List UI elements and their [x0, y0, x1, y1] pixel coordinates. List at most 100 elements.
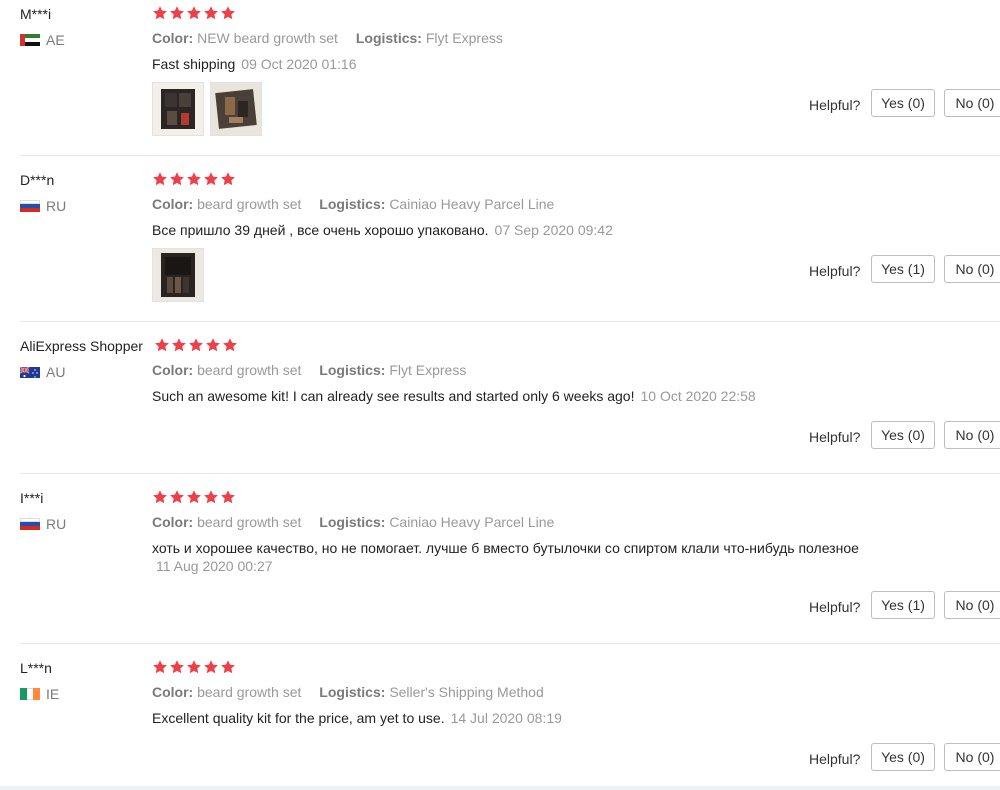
review-item: I***i RU Color: beard growth set Logisti… — [0, 490, 1000, 644]
star-icon — [220, 489, 236, 510]
review-date: 14 Jul 2020 08:19 — [450, 710, 562, 726]
helpful-label: Helpful? — [809, 751, 861, 767]
review-photo-thumbnail[interactable] — [152, 248, 204, 302]
country-code: RU — [46, 198, 67, 214]
helpful-yes-button[interactable]: Yes (1) — [871, 255, 935, 283]
color-value: beard growth set — [197, 362, 302, 378]
color-value: beard growth set — [197, 196, 302, 212]
logistics-value: Cainiao Heavy Parcel Line — [389, 196, 555, 212]
logistics-value: Seller's Shipping Method — [389, 684, 544, 700]
color-label: Color: — [152, 30, 194, 46]
divider — [20, 155, 1000, 156]
helpful-yes-button[interactable]: Yes (1) — [871, 591, 935, 619]
bottom-strip — [0, 786, 1000, 790]
helpful-yes-button[interactable]: Yes (0) — [871, 421, 935, 449]
review-content: Все пришло 39 дней , все очень хорошо уп… — [152, 222, 489, 238]
star-icon — [222, 337, 238, 358]
helpful-no-button[interactable]: No (0) — [944, 421, 1000, 449]
logistics-label: Logistics: — [319, 514, 386, 530]
star-icon — [169, 659, 185, 680]
helpful-label: Helpful? — [809, 263, 861, 279]
review-photo-thumbnail[interactable] — [210, 82, 262, 136]
review-date: 11 Aug 2020 00:27 — [156, 558, 273, 574]
reviewer-name: L***n — [20, 660, 52, 676]
helpful-no-button[interactable]: No (0) — [944, 255, 1000, 283]
star-icon — [154, 337, 170, 358]
review-photos — [152, 248, 204, 302]
color-label: Color: — [152, 684, 194, 700]
reviewer-country: RU — [20, 516, 66, 532]
star-icon — [205, 337, 221, 358]
reviewer-name: AliExpress Shopper — [20, 338, 143, 354]
review-item: AliExpress Shopper AU Color: beard growt… — [0, 338, 1000, 474]
logistics-label: Logistics: — [355, 30, 422, 46]
star-rating — [152, 489, 236, 510]
reviewer-country: RU — [20, 198, 66, 214]
review-date: 10 Oct 2020 22:58 — [640, 388, 756, 404]
review-content: хоть и хорошее качество, но не помогает.… — [152, 540, 859, 556]
review-meta: Color: NEW beard growth set Logistics: F… — [152, 30, 503, 46]
ru-flag-icon — [20, 518, 40, 530]
star-icon — [220, 659, 236, 680]
review-text: хоть и хорошее качество, но не помогает.… — [152, 540, 859, 556]
star-icon — [203, 489, 219, 510]
star-icon — [152, 659, 168, 680]
helpful-no-button[interactable]: No (0) — [944, 89, 1000, 117]
reviewer-country: AE — [20, 32, 65, 48]
color-label: Color: — [152, 196, 194, 212]
review-text: Fast shipping 09 Oct 2020 01:16 — [152, 56, 356, 72]
star-icon — [169, 489, 185, 510]
star-rating — [152, 171, 236, 192]
reviewer-name: I***i — [20, 490, 44, 506]
review-date: 07 Sep 2020 09:42 — [494, 222, 613, 238]
reviewer-country: AU — [20, 364, 65, 380]
review-meta: Color: beard growth set Logistics: Selle… — [152, 684, 544, 700]
review-meta: Color: beard growth set Logistics: Flyt … — [152, 362, 466, 378]
star-icon — [203, 659, 219, 680]
review-photo-thumbnail[interactable] — [152, 82, 204, 136]
star-icon — [169, 5, 185, 26]
reviewer-name: M***i — [20, 6, 52, 22]
star-icon — [203, 171, 219, 192]
review-item: L***n IE Color: beard growth set Logisti… — [0, 660, 1000, 786]
review-content: Fast shipping — [152, 56, 236, 72]
color-label: Color: — [152, 362, 194, 378]
review-text: Excellent quality kit for the price, am … — [152, 710, 562, 726]
logistics-label: Logistics: — [319, 362, 386, 378]
star-icon — [186, 5, 202, 26]
reviewer-country: IE — [20, 686, 59, 702]
review-item: M***i AE Color: NEW beard growth set Log… — [0, 6, 1000, 156]
review-meta: Color: beard growth set Logistics: Caini… — [152, 196, 554, 212]
ru-flag-icon — [20, 200, 40, 212]
country-code: AU — [46, 364, 66, 380]
logistics-value: Flyt Express — [425, 30, 503, 46]
helpful-yes-button[interactable]: Yes (0) — [871, 743, 935, 771]
ie-flag-icon — [20, 688, 40, 700]
review-content: Excellent quality kit for the price, am … — [152, 710, 445, 726]
divider — [20, 473, 1000, 474]
au-flag-icon — [20, 366, 40, 378]
star-icon — [186, 489, 202, 510]
review-meta: Color: beard growth set Logistics: Caini… — [152, 514, 554, 530]
color-value: beard growth set — [197, 514, 302, 530]
star-rating — [152, 659, 236, 680]
helpful-yes-button[interactable]: Yes (0) — [871, 89, 935, 117]
logistics-value: Flyt Express — [389, 362, 467, 378]
divider — [20, 643, 1000, 644]
helpful-label: Helpful? — [809, 599, 861, 615]
color-label: Color: — [152, 514, 194, 530]
review-content: Such an awesome kit! I can already see r… — [152, 388, 635, 404]
star-icon — [220, 171, 236, 192]
country-code: IE — [46, 686, 60, 702]
star-icon — [152, 489, 168, 510]
review-text: Such an awesome kit! I can already see r… — [152, 388, 756, 404]
helpful-label: Helpful? — [809, 429, 861, 445]
star-icon — [186, 659, 202, 680]
logistics-label: Logistics: — [319, 684, 386, 700]
country-code: RU — [46, 516, 67, 532]
review-item: D***n RU Color: beard growth set Logisti… — [0, 172, 1000, 322]
star-icon — [171, 337, 187, 358]
star-icon — [203, 5, 219, 26]
helpful-no-button[interactable]: No (0) — [944, 743, 1000, 771]
helpful-no-button[interactable]: No (0) — [944, 591, 1000, 619]
